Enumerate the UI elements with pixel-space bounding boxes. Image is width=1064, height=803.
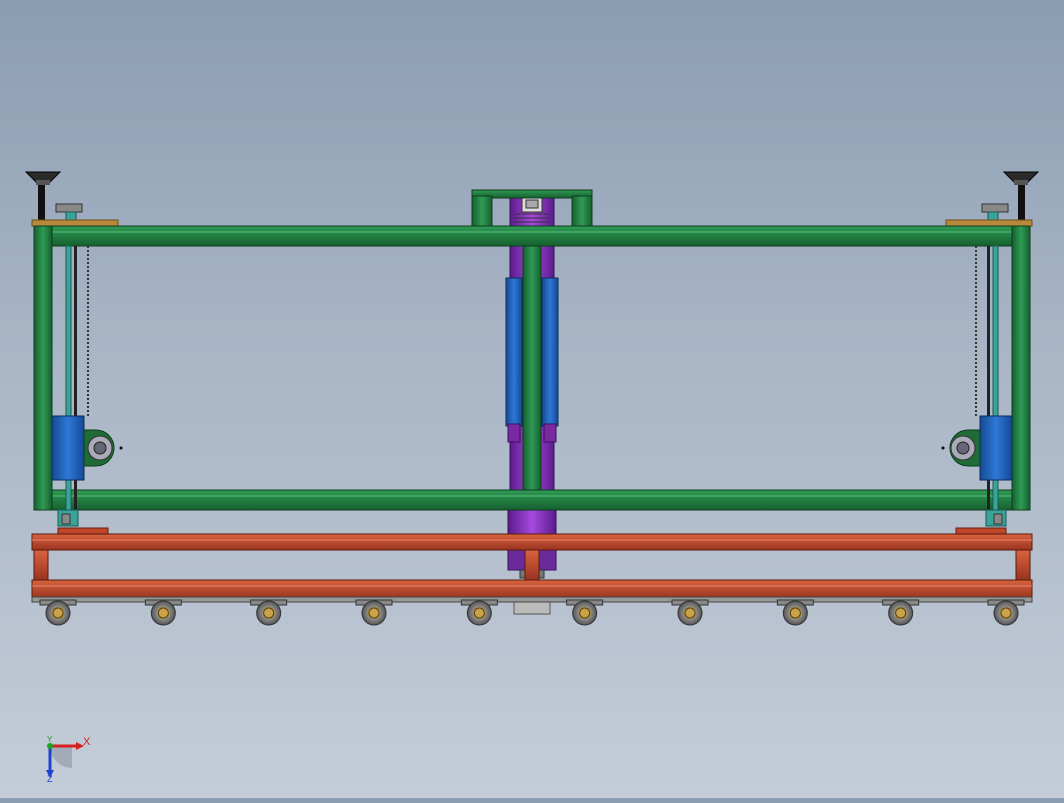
caster-wheel [882, 599, 920, 626]
mounting-plate-right [945, 219, 1033, 227]
x-axis-label: X [83, 736, 91, 748]
caster-wheel [250, 599, 288, 626]
caster-wheel [355, 599, 393, 626]
side-guide-left [51, 245, 123, 527]
leveling-foot-left [24, 171, 62, 222]
caster-wheel [39, 599, 77, 626]
z-axis-label: Z [47, 774, 53, 784]
caster-wheel [671, 599, 709, 626]
main-frame [33, 225, 1031, 511]
leveling-foot-right [1002, 171, 1040, 222]
mounting-plate-left [31, 219, 119, 227]
y-axis-label: Y [47, 735, 53, 744]
assembly-drawing: X Y Z [24, 171, 1040, 784]
base-pad-right [955, 527, 1007, 535]
view-triad[interactable]: X Y Z [46, 735, 91, 784]
caster-wheel [987, 599, 1025, 626]
base-frame [31, 533, 1033, 603]
cad-viewport[interactable]: X Y Z [0, 0, 1064, 798]
base-pad-left [57, 527, 109, 535]
caster-wheel [144, 599, 182, 626]
caster-wheel [776, 599, 814, 626]
caster-wheel [460, 599, 498, 626]
top-clamp-right [981, 203, 1009, 223]
side-guide-right [941, 245, 1013, 527]
top-clamp-left [55, 203, 83, 223]
caster-wheel [566, 599, 604, 626]
